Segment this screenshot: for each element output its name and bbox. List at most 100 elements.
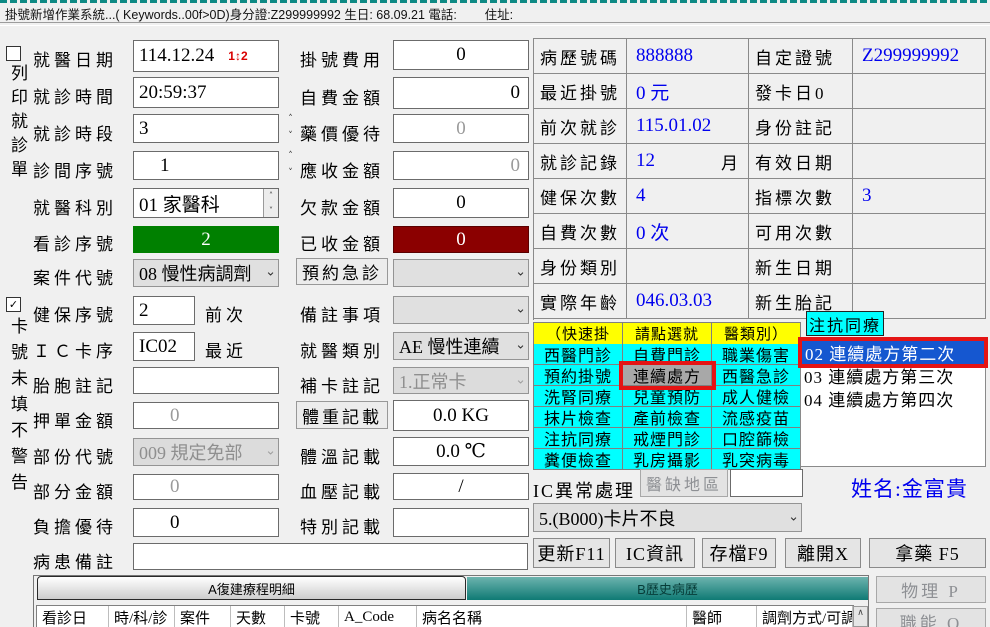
spin-down-icon[interactable]	[288, 132, 293, 141]
special-note-label: 特別記載	[300, 513, 384, 538]
no-warning-checkbox[interactable]	[6, 297, 21, 312]
visit-type-dropdown[interactable]: AE 慢性連續	[393, 332, 529, 360]
quick-cell[interactable]: 自費門診	[623, 344, 712, 365]
consult-seq-field[interactable]: 2	[133, 226, 279, 253]
chevron-down-icon[interactable]	[788, 509, 799, 524]
quick-cell[interactable]: 洗腎同療	[534, 386, 623, 407]
refill-listbox[interactable]: 02 連續處方第二次 03 連續處方第三次 04 連續處方第四次	[800, 339, 986, 467]
quick-cell[interactable]: 注抗同療	[534, 428, 623, 449]
save-f9-button[interactable]: 存檔F9	[702, 538, 776, 568]
case-code-dropdown[interactable]: 08 慢性病調劑	[133, 259, 279, 287]
quick-cell[interactable]: 乳房攝影	[623, 449, 712, 470]
department-spinner[interactable]	[263, 189, 278, 217]
quick-cell-selected[interactable]: 連續處方	[623, 365, 712, 386]
refill-item[interactable]: 03 連續處方第三次	[801, 364, 985, 387]
tab-history[interactable]: B歷史病歷	[467, 577, 868, 600]
spin-up-icon[interactable]	[288, 115, 293, 124]
index-count-value: 3	[853, 179, 986, 214]
visit-record-cell: 12 月	[627, 144, 749, 179]
room-seq-spinner[interactable]	[284, 152, 297, 178]
spin-up-icon[interactable]	[269, 191, 273, 200]
nhi-seq-input[interactable]: 2	[133, 296, 195, 325]
nhi-seq-value: 2	[139, 300, 149, 322]
occupational-therapy-button[interactable]: 職能 O	[876, 608, 986, 627]
history-table-header: 看診日 時/科/診 案件 天數 卡號 A_Code 病名名稱 醫師 調劑方式/可…	[36, 605, 854, 627]
visit-time-input[interactable]: 20:59:37	[133, 77, 279, 108]
quick-cell[interactable]: 職業傷害	[712, 344, 801, 365]
weight-button[interactable]: 體重記載	[296, 401, 388, 429]
copay-code-dropdown[interactable]: 009 規定免部	[133, 438, 279, 466]
reg-fee-input[interactable]: 0	[393, 40, 529, 70]
self-pay-input[interactable]: 0	[393, 77, 529, 109]
special-note-input[interactable]	[393, 508, 529, 537]
spin-up-icon[interactable]	[288, 152, 293, 161]
visit-date-input[interactable]: 114.12.24 1↕2	[133, 40, 279, 72]
quick-cell[interactable]: 西醫門診	[534, 344, 623, 365]
chevron-down-icon[interactable]	[265, 264, 276, 279]
placenta-label: 胎胞註記	[33, 372, 117, 397]
discount-value: 0	[170, 512, 180, 534]
ic-info-button[interactable]: IC資訊	[615, 538, 695, 568]
quick-cell[interactable]: 預約掛號	[534, 365, 623, 386]
appointment-er-button[interactable]: 預約急診	[296, 258, 388, 285]
drug-discount-input[interactable]: 0	[393, 114, 529, 143]
shortage-area-button[interactable]: 醫缺地區	[640, 469, 728, 497]
quick-cell[interactable]: 戒煙門診	[623, 428, 712, 449]
tab-rehab-detail[interactable]: A復建療程明細	[37, 576, 466, 600]
window-title: 掛號新增作業系統...( Keywords..00f>0D)身分證:Z29999…	[5, 4, 990, 21]
refill-item[interactable]: 04 連續處方第四次	[801, 387, 985, 410]
quick-cell[interactable]: 西醫急診	[712, 365, 801, 386]
window-top-border	[0, 0, 990, 3]
room-seq-label: 診間序號	[33, 157, 117, 182]
appointment-er-dropdown[interactable]	[393, 259, 529, 287]
spin-down-icon[interactable]	[288, 169, 293, 178]
placenta-input[interactable]	[133, 367, 279, 394]
chevron-down-icon[interactable]	[515, 301, 526, 316]
quick-cell[interactable]: 口腔篩檢	[712, 428, 801, 449]
shortage-area-input[interactable]	[730, 469, 803, 497]
visit-type-value: AE 慢性連續	[399, 333, 500, 359]
ic-error-dropdown[interactable]: 5.(B000)卡片不良	[533, 503, 802, 532]
refill-item-selected[interactable]: 02 連續處方第二次	[802, 341, 984, 364]
session-input[interactable]: 3	[133, 114, 279, 143]
copay-amount-input[interactable]: 0	[133, 474, 279, 500]
blood-pressure-input[interactable]: /	[393, 473, 529, 500]
quick-cell[interactable]: 產前檢查	[623, 407, 712, 428]
card-note-dropdown[interactable]: 1.正常卡	[393, 367, 529, 394]
valid-date-label: 有效日期	[749, 144, 853, 179]
update-f11-button[interactable]: 更新F11	[533, 538, 610, 568]
quick-cell[interactable]: 流感疫苗	[712, 407, 801, 428]
get-medicine-f5-button[interactable]: 拿藥 F5	[869, 538, 986, 568]
quick-cell[interactable]: 乳突病毒	[712, 449, 801, 470]
quick-cell[interactable]: 成人健檢	[712, 386, 801, 407]
department-spinbox[interactable]: 01 家醫科	[133, 188, 279, 218]
card-note-label: 補卡註記	[300, 372, 384, 397]
temperature-label: 體溫記載	[300, 443, 384, 468]
deposit-value: 0	[170, 405, 180, 427]
remarks-dropdown[interactable]	[393, 296, 529, 324]
ic-seq-input[interactable]: IC02	[133, 332, 195, 361]
print-slip-checkbox[interactable]	[6, 46, 21, 61]
received-field[interactable]: 0	[393, 226, 529, 253]
chevron-down-icon[interactable]	[515, 337, 526, 352]
scrollbar-up-icon[interactable]	[853, 606, 868, 627]
chevron-down-icon[interactable]	[515, 264, 526, 279]
deposit-input[interactable]: 0	[133, 402, 279, 429]
session-spinner[interactable]	[284, 115, 297, 141]
receivable-input[interactable]: 0	[393, 151, 529, 180]
arrears-input[interactable]: 0	[393, 188, 529, 218]
exit-button[interactable]: 離開X	[785, 538, 861, 568]
temperature-input[interactable]: 0.0 ℃	[393, 437, 529, 466]
physical-therapy-button[interactable]: 物理 P	[876, 576, 986, 603]
patient-note-input[interactable]	[133, 543, 528, 570]
quick-cell[interactable]: 兒童預防	[623, 386, 712, 407]
spin-down-icon[interactable]	[269, 206, 273, 215]
quick-cell[interactable]: 抹片檢查	[534, 407, 623, 428]
selfpay-count-value: 0 次	[627, 214, 749, 249]
quick-cell[interactable]: 糞便檢查	[534, 449, 623, 470]
quick-select-grid: 西醫門診 自費門診 職業傷害 預約掛號 連續處方 西醫急診 洗腎同療 兒童預防 …	[533, 344, 801, 470]
weight-input[interactable]: 0.0 KG	[393, 400, 529, 431]
room-seq-input[interactable]: 1	[133, 151, 279, 180]
card-issue-label: 發卡日0	[749, 74, 853, 109]
discount-input[interactable]: 0	[133, 508, 279, 537]
